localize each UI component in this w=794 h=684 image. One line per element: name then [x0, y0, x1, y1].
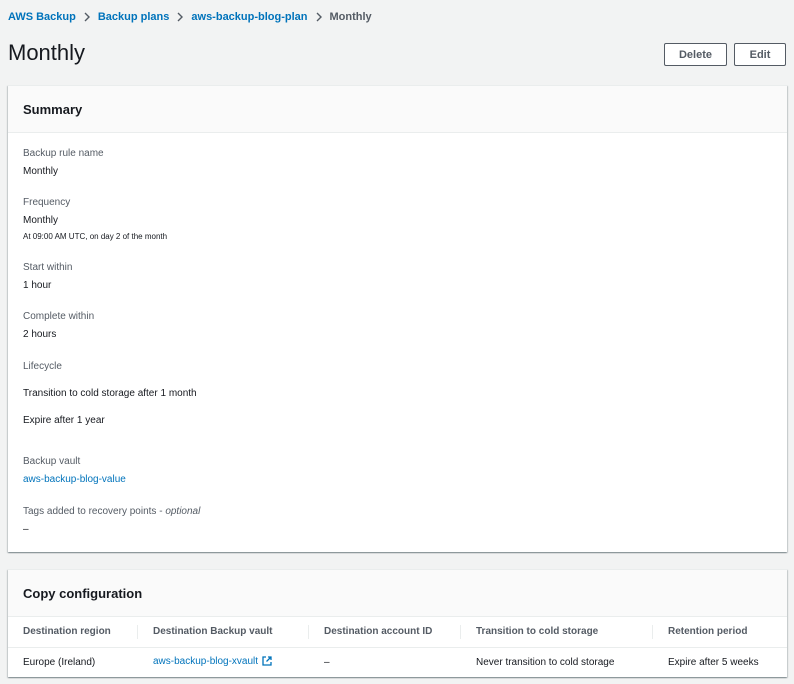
copy-configuration-panel: Copy configuration Destination region De…: [8, 569, 787, 677]
cell-transition: Never transition to cold storage: [476, 656, 615, 668]
column-header-vault: Destination Backup vault: [138, 617, 309, 648]
lifecycle-transition: Transition to cold storage after 1 month: [23, 388, 197, 399]
frequency-detail: At 09:00 AM UTC, on day 2 of the month: [23, 232, 168, 241]
external-link-icon[interactable]: [262, 656, 272, 669]
breadcrumb-plan[interactable]: aws-backup-blog-plan: [191, 11, 307, 23]
breadcrumb-current: Monthly: [329, 11, 372, 23]
rule-name-value: Monthly: [23, 166, 59, 177]
copy-configuration-header: Copy configuration: [8, 570, 787, 617]
table-header-row: Destination region Destination Backup va…: [8, 617, 787, 648]
frequency-field: Frequency Monthly At 09:00 AM UTC, on da…: [23, 196, 167, 242]
frequency-label: Frequency: [23, 197, 71, 208]
tags-value: –: [23, 524, 29, 535]
column-header-retention: Retention period: [653, 617, 787, 648]
lifecycle-expire: Expire after 1 year: [23, 415, 105, 426]
backup-vault-field: Backup vault aws-backup-blog-value: [23, 455, 126, 487]
cell-region: Europe (Ireland): [23, 656, 96, 668]
tags-label-text: Tags added to recovery points -: [23, 506, 166, 517]
lifecycle-field: Lifecycle Transition to cold storage aft…: [23, 360, 197, 428]
chevron-right-icon: [308, 12, 330, 22]
tags-optional-text: optional: [165, 506, 201, 517]
destination-vault-link[interactable]: aws-backup-blog-xvault: [153, 656, 258, 667]
complete-within-field: Complete within 2 hours: [23, 310, 94, 342]
frequency-value: Monthly: [23, 215, 59, 226]
backup-vault-label: Backup vault: [23, 456, 81, 467]
edit-button[interactable]: Edit: [734, 43, 786, 66]
breadcrumb: AWS Backup Backup plans aws-backup-blog-…: [8, 9, 372, 25]
column-header-transition: Transition to cold storage: [461, 617, 653, 648]
chevron-right-icon: [169, 12, 191, 22]
copy-configuration-title: Copy configuration: [23, 585, 143, 601]
complete-within-label: Complete within: [23, 311, 95, 322]
lifecycle-label: Lifecycle: [23, 361, 62, 372]
header-actions: Delete Edit: [664, 43, 786, 66]
start-within-field: Start within 1 hour: [23, 261, 72, 293]
summary-panel: Summary Backup rule name Monthly Frequen…: [8, 85, 787, 552]
summary-title: Summary: [23, 101, 83, 117]
page-title: Monthly: [8, 40, 86, 65]
table-row: Europe (Ireland) aws-backup-blog-xvault …: [8, 647, 787, 677]
rule-name-label: Backup rule name: [23, 148, 104, 159]
column-header-account: Destination account ID: [309, 617, 461, 648]
column-header-region: Destination region: [8, 617, 138, 648]
summary-header: Summary: [8, 86, 787, 133]
cell-retention: Expire after 5 weeks: [668, 656, 759, 668]
start-within-value: 1 hour: [23, 280, 52, 291]
rule-name-field: Backup rule name Monthly: [23, 147, 104, 179]
chevron-right-icon: [76, 12, 98, 22]
breadcrumb-backup-plans[interactable]: Backup plans: [98, 11, 170, 23]
cell-account: –: [324, 656, 330, 668]
tags-label: Tags added to recovery points - optional: [23, 505, 200, 519]
breadcrumb-aws-backup[interactable]: AWS Backup: [8, 11, 76, 23]
copy-configuration-table: Destination region Destination Backup va…: [8, 617, 787, 677]
delete-button[interactable]: Delete: [664, 43, 727, 66]
tags-field: Tags added to recovery points - optional…: [23, 505, 200, 537]
start-within-label: Start within: [23, 262, 73, 273]
cell-vault: aws-backup-blog-xvault: [138, 647, 309, 677]
backup-vault-link[interactable]: aws-backup-blog-value: [23, 474, 126, 485]
complete-within-value: 2 hours: [23, 329, 57, 340]
